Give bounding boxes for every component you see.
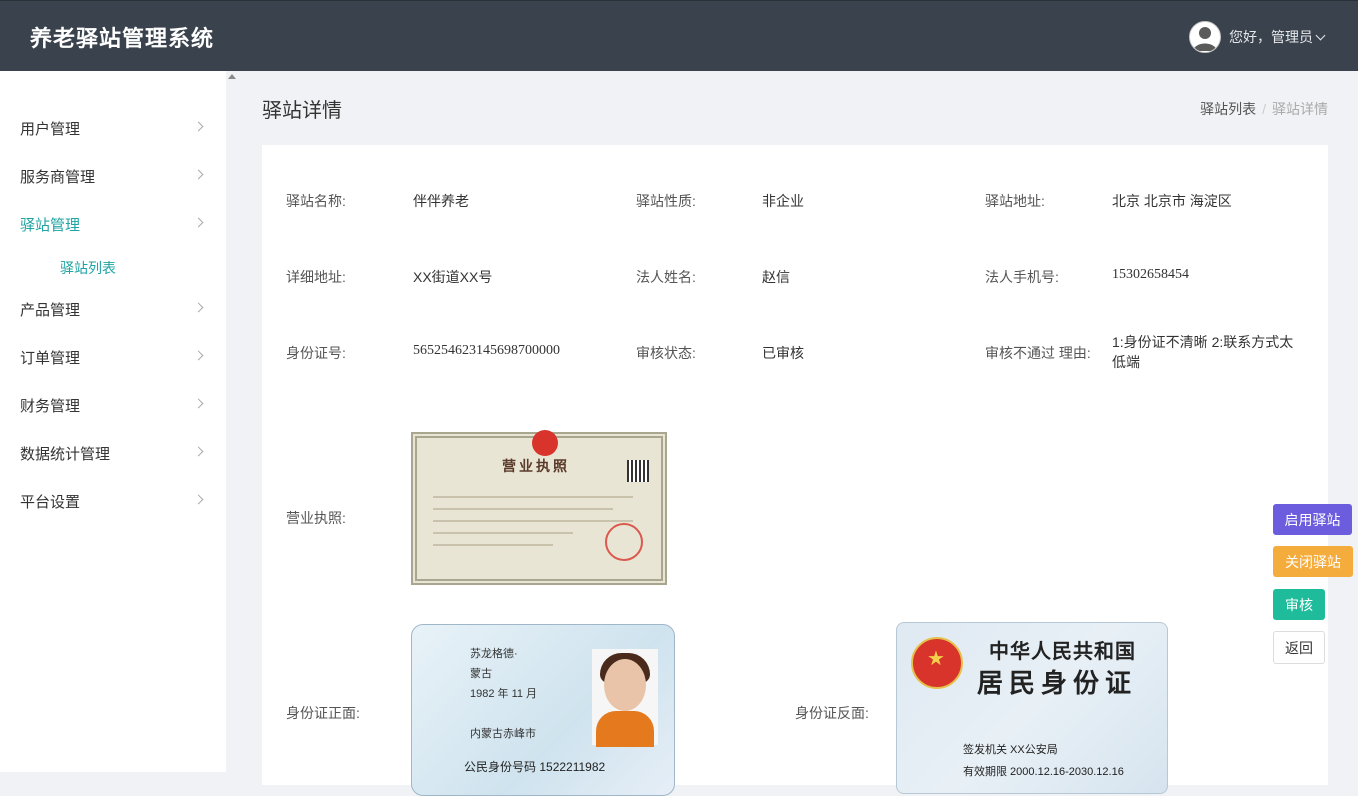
- sidebar-item-label: 用户管理: [20, 120, 81, 138]
- station-name-label: 驿站名称:: [286, 193, 346, 209]
- photo-face: [604, 659, 646, 711]
- sidebar-item-label: 驿站管理: [20, 216, 81, 234]
- chevron-right-icon: [193, 302, 204, 313]
- station-nature-label: 驿站性质:: [636, 193, 696, 209]
- chevron-right-icon: [193, 217, 204, 228]
- id-number-value: 565254623145698700000: [413, 343, 560, 358]
- id-front-birth: 1982 年 11 月: [470, 688, 538, 700]
- chevron-right-icon: [193, 121, 204, 132]
- chevron-right-icon: [193, 494, 204, 505]
- id-number-label: 身份证号:: [286, 345, 346, 361]
- license-image-title: 营业执照: [502, 458, 570, 474]
- license-label: 营业执照:: [286, 510, 346, 526]
- station-address-value: 北京 北京市 海淀区: [1112, 193, 1232, 209]
- sidebar-item-label: 产品管理: [20, 301, 81, 319]
- station-nature-value: 非企业: [762, 193, 804, 209]
- enable-station-button[interactable]: 启用驿站: [1273, 504, 1352, 535]
- close-station-button[interactable]: 关闭驿站: [1273, 546, 1353, 577]
- sidebar-item-label: 服务商管理: [20, 168, 96, 186]
- audit-status-value: 已审核: [762, 345, 804, 361]
- chevron-down-icon: [1315, 30, 1326, 40]
- national-emblem-icon: [911, 637, 963, 689]
- sidebar-item-products[interactable]: 产品管理: [0, 289, 226, 329]
- qr-code-icon: [627, 460, 649, 482]
- sidebar-item-providers[interactable]: 服务商管理: [0, 156, 226, 196]
- sidebar-item-label: 订单管理: [20, 349, 81, 367]
- breadcrumb-current: 驿站详情: [1272, 101, 1328, 117]
- chevron-right-icon: [193, 169, 204, 180]
- breadcrumb-separator: /: [1262, 101, 1266, 117]
- reject-reason-label: 审核不通过 理由:: [985, 345, 1091, 361]
- detail-card: 驿站名称: 伴伴养老 驿站性质: 非企业 驿站地址: 北京 北京市 海淀区 详细…: [262, 145, 1328, 796]
- license-text-line: [433, 532, 573, 534]
- legal-phone-label: 法人手机号:: [985, 269, 1059, 285]
- id-back-label: 身份证反面:: [795, 705, 869, 721]
- id-back-validity: 有效期限 2000.12.16-2030.12.16: [963, 766, 1124, 778]
- id-back-title-country: 中华人民共和国: [989, 641, 1136, 663]
- user-menu[interactable]: 您好，管理员: [1189, 21, 1326, 53]
- id-card-front-image[interactable]: 苏龙格德· 蒙古 1982 年 11 月 内蒙古赤峰市 公民身份号码 15222…: [411, 624, 675, 796]
- seal-icon: [605, 523, 643, 561]
- station-name-value: 伴伴养老: [413, 193, 469, 209]
- photo-body: [596, 711, 654, 747]
- sidebar-item-platform-settings[interactable]: 平台设置: [0, 481, 226, 521]
- id-back-title-card: 居民身份证: [977, 669, 1138, 698]
- sidebar-item-label: 数据统计管理: [20, 445, 111, 463]
- user-icon: [1193, 27, 1217, 51]
- id-back-issuer: 签发机关 XX公安局: [963, 744, 1058, 756]
- back-button[interactable]: 返回: [1273, 631, 1325, 664]
- emblem-icon: [532, 430, 558, 456]
- license-text-line: [433, 496, 633, 498]
- avatar: [1189, 21, 1221, 53]
- id-front-name: 苏龙格德·: [470, 648, 518, 660]
- sidebar: 用户管理 服务商管理 驿站管理 驿站列表 产品管理 订单管理 财务管理 数据统计…: [0, 71, 236, 772]
- audit-button[interactable]: 审核: [1273, 589, 1325, 620]
- legal-name-label: 法人姓名:: [636, 269, 696, 285]
- top-bar: 养老驿站管理系统 您好，管理员: [0, 0, 1358, 71]
- chevron-right-icon: [193, 350, 204, 361]
- id-front-number: 公民身份号码 1522211982: [464, 758, 605, 775]
- sidebar-item-label: 财务管理: [20, 397, 81, 415]
- detail-address-label: 详细地址:: [286, 269, 346, 285]
- breadcrumb: 驿站列表 / 驿站详情: [1200, 99, 1328, 119]
- station-address-label: 驿站地址:: [985, 193, 1045, 209]
- chevron-right-icon: [193, 446, 204, 457]
- breadcrumb-link-station-list[interactable]: 驿站列表: [1200, 101, 1256, 117]
- sidebar-subitem-station-list[interactable]: 驿站列表: [60, 258, 116, 278]
- sidebar-item-stations[interactable]: 驿站管理: [0, 204, 226, 244]
- reject-reason-value: 1:身份证不清晰 2:联系方式太低端: [1112, 334, 1294, 370]
- id-photo: [592, 649, 658, 747]
- license-text-line: [433, 544, 553, 546]
- id-card-back-image[interactable]: 中华人民共和国 居民身份证 签发机关 XX公安局 有效期限 2000.12.16…: [896, 622, 1168, 794]
- chevron-right-icon: [193, 398, 204, 409]
- business-license-image[interactable]: 营业执照: [411, 430, 667, 585]
- id-front-label: 身份证正面:: [286, 705, 360, 721]
- greeting-text: 您好，管理员: [1229, 29, 1313, 45]
- page-title: 驿站详情: [262, 100, 342, 122]
- id-front-address: 内蒙古赤峰市: [470, 728, 536, 740]
- detail-address-value: XX街道XX号: [413, 269, 493, 285]
- id-front-ethnic: 蒙古: [470, 668, 492, 680]
- legal-phone-value: 15302658454: [1112, 267, 1189, 282]
- sidebar-item-orders[interactable]: 订单管理: [0, 337, 226, 377]
- sidebar-item-statistics[interactable]: 数据统计管理: [0, 433, 226, 473]
- sidebar-item-users[interactable]: 用户管理: [0, 108, 226, 148]
- app-title: 养老驿站管理系统: [30, 26, 215, 51]
- license-text-line: [433, 520, 633, 522]
- audit-status-label: 审核状态:: [636, 345, 696, 361]
- sidebar-item-finance[interactable]: 财务管理: [0, 385, 226, 425]
- sidebar-item-label: 平台设置: [20, 493, 81, 511]
- license-text-line: [433, 508, 613, 510]
- legal-name-value: 赵信: [762, 269, 790, 285]
- scroll-up-icon[interactable]: [228, 74, 236, 79]
